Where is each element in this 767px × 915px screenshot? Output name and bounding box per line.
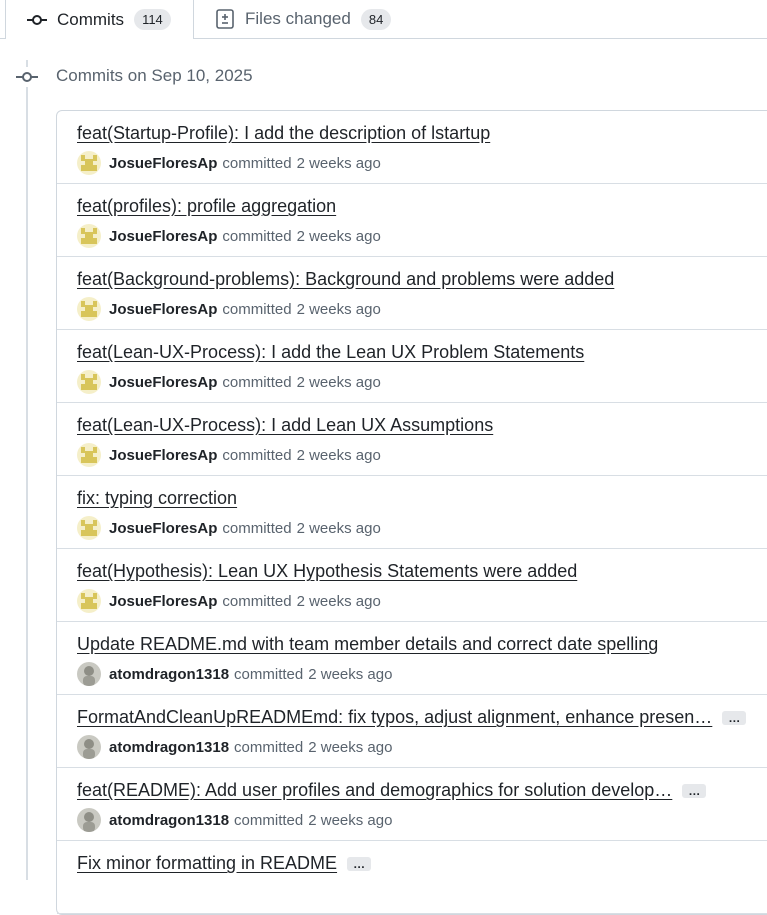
commit-action-text: committed xyxy=(234,665,304,683)
commit-meta: JosueFloresAp committed 2 weeks ago xyxy=(77,443,381,467)
commit-meta: JosueFloresAp committed 2 weeks ago xyxy=(77,297,381,321)
commit-title-row: feat(Lean-UX-Process): I add Lean UX Ass… xyxy=(77,415,493,436)
commit-title-row: FormatAndCleanUpREADMEmd: fix typos, adj… xyxy=(77,707,747,728)
commit-author-link[interactable]: JosueFloresAp xyxy=(109,593,217,610)
expand-description-button[interactable]: … xyxy=(682,783,707,798)
commit-action-text: committed xyxy=(222,519,292,537)
commit-action-text: committed xyxy=(222,300,292,318)
commit-row: feat(Startup-Profile): I add the descrip… xyxy=(57,111,767,184)
commit-row: feat(Background-problems): Background an… xyxy=(57,257,767,330)
commit-timestamp[interactable]: 2 weeks ago xyxy=(297,593,381,610)
commit-group-heading: Commits on Sep 10, 2025 xyxy=(56,66,253,85)
commit-author-link[interactable]: atomdragon1318 xyxy=(109,812,229,829)
commit-author-link[interactable]: atomdragon1318 xyxy=(109,739,229,756)
commit-row: Fix minor formatting in README … xyxy=(57,841,767,914)
git-commit-icon xyxy=(26,9,48,31)
tab-files-count: 84 xyxy=(360,8,392,30)
expand-description-button[interactable]: … xyxy=(347,856,372,871)
commit-meta: atomdragon1318 committed 2 weeks ago xyxy=(77,735,392,759)
avatar[interactable] xyxy=(77,297,101,321)
commit-title-row: feat(Background-problems): Background an… xyxy=(77,269,614,290)
commit-meta: JosueFloresAp committed 2 weeks ago xyxy=(77,151,381,175)
commit-action-text: committed xyxy=(222,446,292,464)
commit-title-link[interactable]: feat(Lean-UX-Process): I add Lean UX Ass… xyxy=(77,415,493,436)
commit-author-link[interactable]: JosueFloresAp xyxy=(109,155,217,172)
commit-title-row: feat(Hypothesis): Lean UX Hypothesis Sta… xyxy=(77,561,577,582)
commit-title-link[interactable]: fix: typing correction xyxy=(77,488,237,509)
commit-title-row: Update README.md with team member detail… xyxy=(77,634,658,655)
commit-title-row: feat(README): Add user profiles and demo… xyxy=(77,780,707,801)
commit-meta: JosueFloresAp committed 2 weeks ago xyxy=(77,224,381,248)
avatar[interactable] xyxy=(77,224,101,248)
pr-tab-bar: Commits 114 Files changed 84 xyxy=(0,0,767,39)
commit-row: feat(Lean-UX-Process): I add Lean UX Ass… xyxy=(57,403,767,476)
commit-author-link[interactable]: JosueFloresAp xyxy=(109,520,217,537)
commit-action-text: committed xyxy=(234,738,304,756)
commit-row: feat(profiles): profile aggregation Josue… xyxy=(57,184,767,257)
commit-meta: atomdragon1318 committed 2 weeks ago xyxy=(77,808,392,832)
tab-commits[interactable]: Commits 114 xyxy=(5,0,194,39)
tab-files-changed[interactable]: Files changed 84 xyxy=(214,0,392,38)
commit-action-text: committed xyxy=(222,592,292,610)
commit-meta: JosueFloresAp committed 2 weeks ago xyxy=(77,370,381,394)
avatar[interactable] xyxy=(77,151,101,175)
commit-row: feat(README): Add user profiles and demo… xyxy=(57,768,767,841)
avatar[interactable] xyxy=(77,662,101,686)
commit-title-row: feat(profiles): profile aggregation xyxy=(77,196,336,217)
commit-timestamp[interactable]: 2 weeks ago xyxy=(297,520,381,537)
avatar[interactable] xyxy=(77,370,101,394)
commit-title-link[interactable]: feat(Background-problems): Background an… xyxy=(77,269,614,290)
commit-title-link[interactable]: feat(README): Add user profiles and demo… xyxy=(77,780,672,801)
avatar[interactable] xyxy=(77,516,101,540)
commit-timestamp[interactable]: 2 weeks ago xyxy=(308,666,392,683)
commit-title-link[interactable]: feat(Hypothesis): Lean UX Hypothesis Sta… xyxy=(77,561,577,582)
commit-timestamp[interactable]: 2 weeks ago xyxy=(297,155,381,172)
commit-timestamp[interactable]: 2 weeks ago xyxy=(308,739,392,756)
avatar[interactable] xyxy=(77,808,101,832)
commit-list: feat(Startup-Profile): I add the descrip… xyxy=(56,110,767,915)
commit-row: Update README.md with team member detail… xyxy=(57,622,767,695)
avatar[interactable] xyxy=(77,589,101,613)
commit-row: FormatAndCleanUpREADMEmd: fix typos, adj… xyxy=(57,695,767,768)
timeline-line xyxy=(26,60,28,880)
commit-timestamp[interactable]: 2 weeks ago xyxy=(308,812,392,829)
commit-timestamp[interactable]: 2 weeks ago xyxy=(297,228,381,245)
commit-title-link[interactable]: Fix minor formatting in README xyxy=(77,853,337,874)
commit-title-link[interactable]: feat(Lean-UX-Process): I add the Lean UX… xyxy=(77,342,584,363)
tab-files-label: Files changed xyxy=(245,9,351,28)
commit-row: fix: typing correction JosueFloresAp commi… xyxy=(57,476,767,549)
commit-title-row: feat(Startup-Profile): I add the descrip… xyxy=(77,123,490,144)
commit-meta: JosueFloresAp committed 2 weeks ago xyxy=(77,516,381,540)
avatar[interactable] xyxy=(77,443,101,467)
commit-author-link[interactable]: JosueFloresAp xyxy=(109,301,217,318)
commit-meta: atomdragon1318 committed 2 weeks ago xyxy=(77,662,392,686)
commit-action-text: committed xyxy=(222,373,292,391)
commit-row: feat(Hypothesis): Lean UX Hypothesis Sta… xyxy=(57,549,767,622)
commit-action-text: committed xyxy=(222,154,292,172)
commit-timestamp[interactable]: 2 weeks ago xyxy=(297,374,381,391)
commit-author-link[interactable]: JosueFloresAp xyxy=(109,228,217,245)
commit-title-link[interactable]: Update README.md with team member detail… xyxy=(77,634,658,655)
commit-author-link[interactable]: JosueFloresAp xyxy=(109,447,217,464)
commit-action-text: committed xyxy=(234,811,304,829)
commit-row: feat(Lean-UX-Process): I add the Lean UX… xyxy=(57,330,767,403)
commit-title-link[interactable]: feat(Startup-Profile): I add the descrip… xyxy=(77,123,490,144)
commit-meta: JosueFloresAp committed 2 weeks ago xyxy=(77,589,381,613)
git-commit-icon xyxy=(16,67,38,87)
avatar[interactable] xyxy=(77,735,101,759)
expand-description-button[interactable]: … xyxy=(722,710,747,725)
commit-action-text: committed xyxy=(222,227,292,245)
tab-commits-label: Commits xyxy=(57,9,125,29)
file-diff-icon xyxy=(214,8,236,30)
commit-timestamp[interactable]: 2 weeks ago xyxy=(297,447,381,464)
commit-title-row: fix: typing correction xyxy=(77,488,237,509)
commit-author-link[interactable]: JosueFloresAp xyxy=(109,374,217,391)
commit-title-row: Fix minor formatting in README … xyxy=(77,853,372,874)
commit-title-row: feat(Lean-UX-Process): I add the Lean UX… xyxy=(77,342,584,363)
commit-title-link[interactable]: feat(profiles): profile aggregation xyxy=(77,196,336,217)
commit-timestamp[interactable]: 2 weeks ago xyxy=(297,301,381,318)
commit-title-link[interactable]: FormatAndCleanUpREADMEmd: fix typos, adj… xyxy=(77,707,712,728)
tab-commits-count: 114 xyxy=(134,9,171,30)
commit-author-link[interactable]: atomdragon1318 xyxy=(109,666,229,683)
